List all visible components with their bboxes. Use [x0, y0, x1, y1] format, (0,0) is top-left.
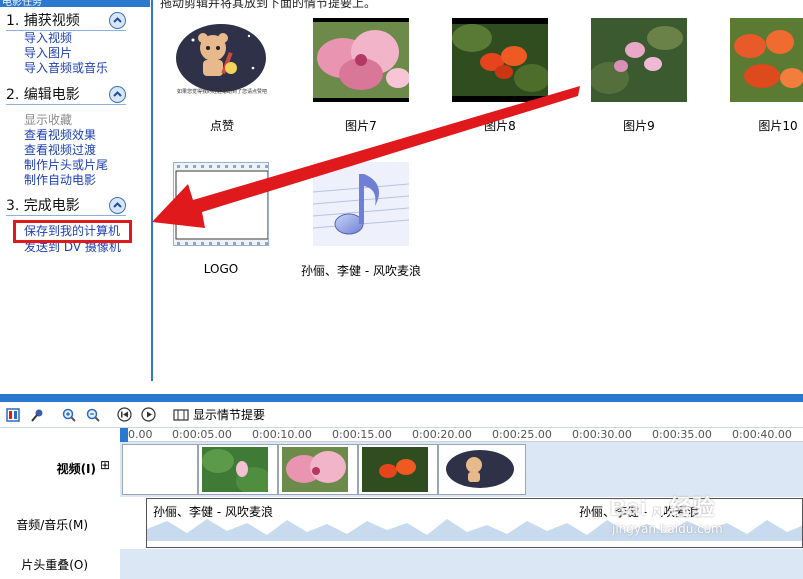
import-pictures-link[interactable]: 导入图片	[24, 46, 72, 61]
timeline-clip-picture-8[interactable]	[358, 444, 438, 495]
tick-label: 0:00:05.00	[172, 428, 232, 441]
make-automovie-link[interactable]: 制作自动电影	[24, 173, 96, 188]
watermark-url: jingyan.baidu.com	[612, 522, 723, 536]
timeline-clip-picture-7[interactable]	[278, 444, 358, 495]
watermark-brand: Bai	[610, 495, 648, 520]
section-title: 3. 完成电影	[6, 198, 80, 214]
tick-label: 0:00:15.00	[332, 428, 392, 441]
tick-label: 0:00:30.00	[572, 428, 632, 441]
zoom-out-icon[interactable]	[84, 406, 101, 423]
collection-item-like[interactable]: 如果您觉得我的经验帮助到了您请点赞吧	[173, 18, 269, 102]
view-video-transitions-link[interactable]: 查看视频过渡	[24, 143, 96, 158]
audio-clip-title: 孙俪、李健 - 风吹麦浪	[153, 505, 273, 519]
playhead-marker[interactable]	[120, 428, 128, 442]
collection-item-picture-10[interactable]	[730, 18, 803, 102]
collection-label: 点赞	[209, 119, 234, 133]
collection-label: 图片7	[345, 119, 377, 133]
section-edit-movie[interactable]: 2. 编辑电影	[0, 84, 140, 106]
section-title: 2. 编辑电影	[6, 87, 80, 103]
paw-icon	[647, 500, 666, 519]
track-labels: 视频(I) ⊞ 音频/音乐(M) 片头重叠(O)	[0, 442, 120, 579]
filmstrip-icon[interactable]	[172, 406, 189, 423]
video-track-label: 视频(I)	[56, 462, 96, 476]
collection-item-picture-7[interactable]	[313, 18, 409, 102]
zoom-in-icon[interactable]	[60, 406, 77, 423]
timeline-clip-like[interactable]	[438, 444, 526, 495]
import-video-link[interactable]: 导入视频	[24, 31, 72, 46]
show-storyboard-button[interactable]: 显示情节提要	[193, 406, 265, 423]
picture-10-thumbnail	[730, 18, 803, 102]
collection-item-audio[interactable]	[313, 162, 409, 246]
section-capture-video[interactable]: 1. 捕获视频	[0, 10, 140, 32]
audio-track-label: 音频/音乐(M)	[16, 518, 88, 532]
collection-item-picture-8[interactable]	[452, 18, 548, 102]
collection-label: LOGO	[203, 262, 239, 276]
play-icon[interactable]	[140, 406, 157, 423]
section-divider	[6, 215, 126, 216]
section-title: 1. 捕获视频	[6, 13, 80, 29]
tick-label: 0:00:25.00	[492, 428, 552, 441]
view-video-effects-link[interactable]: 查看视频效果	[24, 128, 96, 143]
tick-label: 0:00:20.00	[412, 428, 472, 441]
logo-thumbnail	[174, 163, 268, 245]
expand-track-icon[interactable]: ⊞	[100, 458, 110, 472]
timeline-top-bar	[0, 394, 803, 402]
watermark-brand-2: 经验	[669, 495, 716, 520]
picture-8-thumbnail	[452, 18, 548, 102]
like-thumbnail-caption: 如果您觉得我的经验帮助到了您请点赞吧	[177, 89, 267, 95]
section-divider	[6, 104, 126, 105]
music-note-icon	[313, 162, 409, 246]
section-finish-movie[interactable]: 3. 完成电影	[0, 195, 140, 217]
collection-label: 图片10	[758, 119, 798, 133]
tick-label: 0.00	[128, 428, 153, 441]
pane-divider	[150, 0, 153, 381]
tick-label: 0:00:40.00	[732, 428, 792, 441]
collection-item-logo[interactable]	[173, 162, 269, 246]
collection-label: 孙俪、李健 - 风吹麦浪	[301, 264, 421, 278]
title-overlay-track[interactable]	[120, 549, 803, 579]
video-track[interactable]	[120, 442, 803, 497]
collection-item-picture-9[interactable]	[591, 18, 687, 102]
save-link-highlight-box	[13, 220, 132, 243]
import-audio-link[interactable]: 导入音频或音乐	[24, 61, 108, 76]
collection-label: 图片8	[484, 119, 516, 133]
narrate-microphone-icon[interactable]	[28, 406, 45, 423]
rewind-icon[interactable]	[116, 406, 133, 423]
picture-9-thumbnail	[591, 18, 687, 102]
tick-label: 0:00:10.00	[252, 428, 312, 441]
storyboard-view-icon[interactable]	[4, 406, 21, 423]
baidu-watermark: Bai 经验 jingyan.baidu.com	[610, 490, 723, 536]
show-collections-link[interactable]: 显示收藏	[24, 113, 72, 128]
picture-7-thumbnail	[313, 18, 409, 102]
timeline-clip-logo[interactable]	[122, 444, 198, 495]
task-pane-header: 电影任务	[0, 0, 150, 7]
collection-hint-text: 拖动剪辑并将其放到下面的情节提要上。	[160, 0, 377, 10]
collapse-chevron-icon[interactable]	[109, 86, 126, 103]
collapse-chevron-icon[interactable]	[109, 197, 126, 214]
title-overlay-track-label: 片头重叠(O)	[21, 558, 88, 572]
timeline-clip-lotus[interactable]	[198, 444, 278, 495]
timeline-toolbar	[0, 402, 803, 428]
task-pane: 电影任务 1. 捕获视频 导入视频 导入图片 导入音频或音乐 2. 编辑电影 显…	[0, 0, 153, 381]
timeline-ruler[interactable]: 0.00 0:00:05.00 0:00:10.00 0:00:15.00 0:…	[120, 428, 803, 442]
make-titles-link[interactable]: 制作片头或片尾	[24, 158, 108, 173]
tick-label: 0:00:35.00	[652, 428, 712, 441]
collapse-chevron-icon[interactable]	[109, 12, 126, 29]
collection-label: 图片9	[623, 119, 655, 133]
